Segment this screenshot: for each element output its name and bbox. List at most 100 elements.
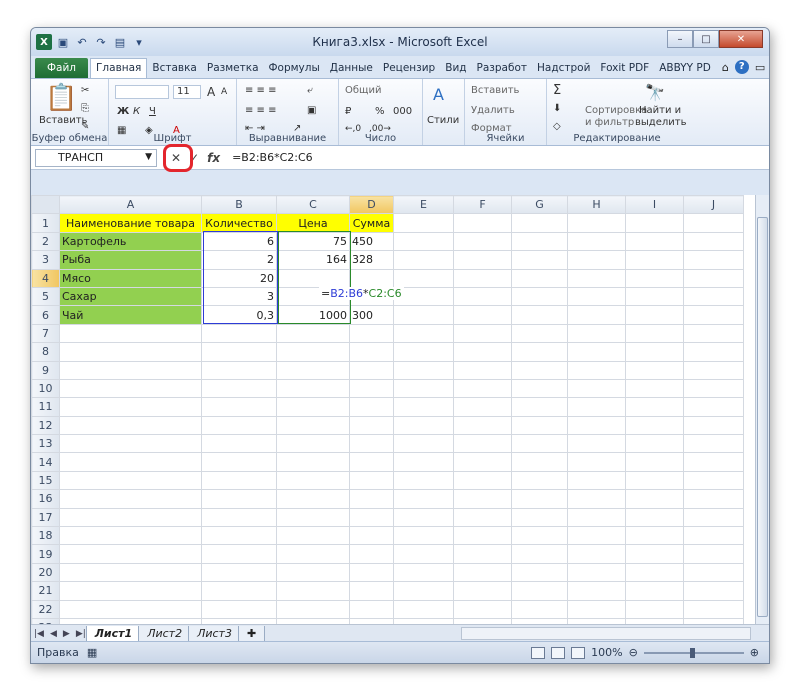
row-header[interactable]: 18	[31, 526, 60, 546]
cell[interactable]	[393, 599, 454, 619]
header-cell-sum[interactable]: Сумма	[349, 213, 394, 233]
row-header[interactable]: 3	[31, 250, 60, 270]
cell[interactable]	[625, 323, 684, 344]
col-header-i[interactable]: I	[625, 195, 684, 215]
cell[interactable]	[453, 562, 512, 583]
cell[interactable]	[349, 415, 394, 436]
cell[interactable]	[683, 397, 744, 417]
cell[interactable]	[276, 581, 350, 601]
product-cell[interactable]: Картофель	[59, 231, 202, 252]
cell[interactable]	[453, 470, 512, 491]
cell[interactable]	[59, 378, 202, 399]
tab-formulas[interactable]: Формулы	[264, 59, 325, 78]
cell[interactable]	[625, 599, 684, 619]
cell[interactable]	[511, 562, 568, 583]
cell[interactable]	[511, 268, 568, 288]
help-icon[interactable]: ?	[734, 60, 749, 74]
vertical-scroll-thumb[interactable]	[757, 217, 768, 617]
cell[interactable]	[625, 489, 684, 509]
zoom-in-icon[interactable]: ⊕	[750, 646, 759, 659]
cell[interactable]	[393, 213, 454, 233]
product-cell[interactable]: Чай	[59, 305, 202, 325]
cell[interactable]	[511, 452, 568, 472]
cell[interactable]	[683, 286, 744, 307]
select-all-corner[interactable]	[31, 195, 60, 215]
cell[interactable]	[393, 581, 454, 601]
fill-icon[interactable]: ⬇	[553, 103, 561, 114]
cell[interactable]	[453, 360, 512, 380]
cell[interactable]	[511, 581, 568, 601]
format-painter-icon[interactable]: ✎	[81, 121, 89, 132]
cell[interactable]	[276, 599, 350, 619]
cell[interactable]	[453, 286, 512, 307]
grow-font-button[interactable]: A	[207, 85, 215, 99]
find-select-button[interactable]: Найти и	[639, 105, 681, 116]
cell[interactable]	[625, 507, 684, 528]
row-header[interactable]: 4	[31, 268, 60, 288]
cell[interactable]	[683, 268, 744, 288]
cell[interactable]	[567, 378, 626, 399]
row-header[interactable]: 9	[31, 360, 60, 380]
cell[interactable]	[59, 434, 202, 454]
cell[interactable]	[349, 323, 394, 344]
row-header[interactable]: 16	[31, 489, 60, 509]
row-header[interactable]: 21	[31, 581, 60, 601]
styles-button[interactable]: Стили	[427, 115, 459, 126]
cell[interactable]	[453, 323, 512, 344]
cell[interactable]	[567, 507, 626, 528]
col-header-h[interactable]: H	[567, 195, 626, 215]
row-header[interactable]: 5	[31, 286, 60, 307]
sum-cell[interactable]: 328	[349, 250, 394, 270]
cell[interactable]	[625, 562, 684, 583]
cell[interactable]	[625, 378, 684, 399]
cell[interactable]	[625, 213, 684, 233]
insert-sheet-icon[interactable]: ✚	[237, 625, 266, 642]
cell[interactable]	[683, 323, 744, 344]
tab-file[interactable]: Файл	[35, 58, 89, 78]
col-header-d[interactable]: D	[349, 195, 394, 215]
cell[interactable]	[59, 452, 202, 472]
italic-button[interactable]: К	[133, 106, 140, 117]
cell[interactable]	[201, 452, 277, 472]
cell[interactable]	[453, 397, 512, 417]
cell[interactable]	[349, 599, 394, 619]
cell[interactable]	[511, 434, 568, 454]
cell[interactable]	[393, 268, 454, 288]
cell[interactable]	[201, 378, 277, 399]
currency-icon[interactable]: ₽	[345, 106, 351, 117]
tab-foxit-pdf[interactable]: Foxit PDF	[595, 59, 654, 78]
font-name-box[interactable]	[115, 85, 169, 99]
cell[interactable]	[201, 599, 277, 619]
cell[interactable]	[511, 378, 568, 399]
header-cell-price[interactable]: Цена	[276, 213, 350, 233]
thousands-button[interactable]: 000	[393, 106, 412, 117]
font-size-box[interactable]: 11	[173, 85, 201, 99]
cell[interactable]	[511, 323, 568, 344]
price-cell[interactable]: 75	[276, 231, 350, 252]
cell[interactable]	[683, 562, 744, 583]
worksheet-grid[interactable]: A B C D E F G H I J 1 Наименование товар…	[31, 195, 757, 641]
cell[interactable]	[453, 452, 512, 472]
tab-abbyy-pdf[interactable]: ABBYY PD	[654, 59, 716, 78]
cell[interactable]	[683, 581, 744, 601]
cell[interactable]	[625, 544, 684, 564]
zoom-slider[interactable]	[643, 647, 744, 658]
find-icon[interactable]: 🔭	[645, 83, 665, 102]
cell[interactable]	[567, 360, 626, 380]
cell[interactable]	[201, 415, 277, 436]
col-header-g[interactable]: G	[511, 195, 568, 215]
cell[interactable]	[276, 360, 350, 380]
cell[interactable]	[625, 342, 684, 362]
cell[interactable]	[393, 415, 454, 436]
col-header-j[interactable]: J	[683, 195, 744, 215]
macro-record-icon[interactable]: ▦	[87, 646, 97, 659]
cell[interactable]	[625, 581, 684, 601]
name-box[interactable]: ТРАНСП ▼	[35, 148, 157, 167]
cell[interactable]	[276, 378, 350, 399]
cell[interactable]	[567, 470, 626, 491]
cell[interactable]	[393, 507, 454, 528]
cell[interactable]	[511, 526, 568, 546]
shrink-font-button[interactable]: A	[221, 87, 227, 97]
cell[interactable]	[453, 599, 512, 619]
cell[interactable]	[349, 544, 394, 564]
